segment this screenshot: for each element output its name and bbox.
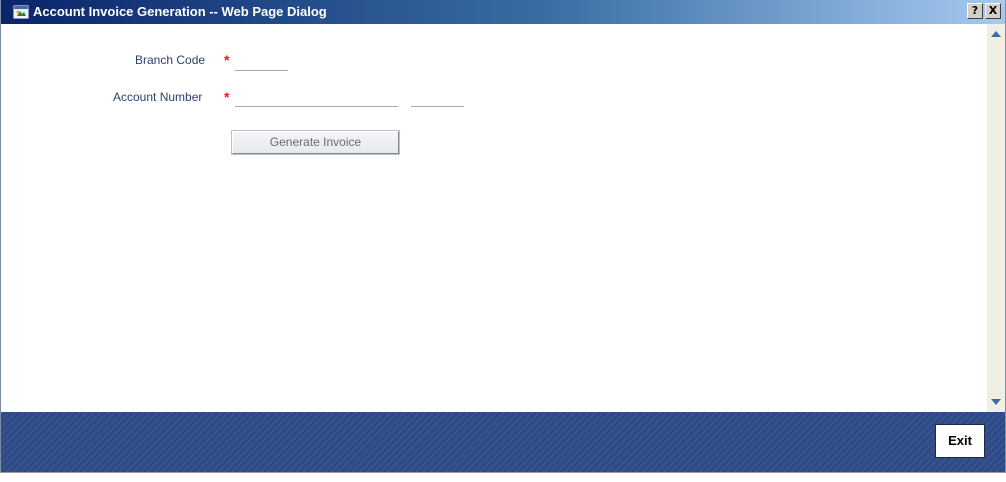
window-app-icon (13, 4, 29, 20)
account-currency-input[interactable] (411, 91, 464, 107)
close-button[interactable]: X (985, 3, 1001, 19)
account-number-required-mark: * (224, 89, 230, 105)
vertical-scrollbar[interactable] (987, 24, 1005, 412)
generate-invoice-button[interactable]: Generate Invoice (231, 130, 400, 155)
branch-code-required-mark: * (224, 52, 230, 68)
help-button[interactable]: ? (967, 3, 983, 19)
window-title: Account Invoice Generation -- Web Page D… (33, 4, 327, 19)
dialog-window: Account Invoice Generation -- Web Page D… (0, 0, 1006, 473)
title-bar[interactable]: Account Invoice Generation -- Web Page D… (1, 0, 1005, 24)
scroll-down-arrow-icon[interactable] (988, 394, 1004, 410)
branch-code-input[interactable] (235, 55, 288, 71)
branch-code-label: Branch Code (135, 53, 206, 67)
scroll-up-arrow-icon[interactable] (988, 26, 1004, 42)
account-number-label: Account Number (113, 90, 203, 104)
footer-bar (1, 412, 1005, 472)
dialog-content: Branch Code * Account Number * Generate … (1, 24, 987, 412)
account-number-input[interactable] (235, 91, 398, 107)
exit-button[interactable]: Exit (935, 424, 985, 458)
